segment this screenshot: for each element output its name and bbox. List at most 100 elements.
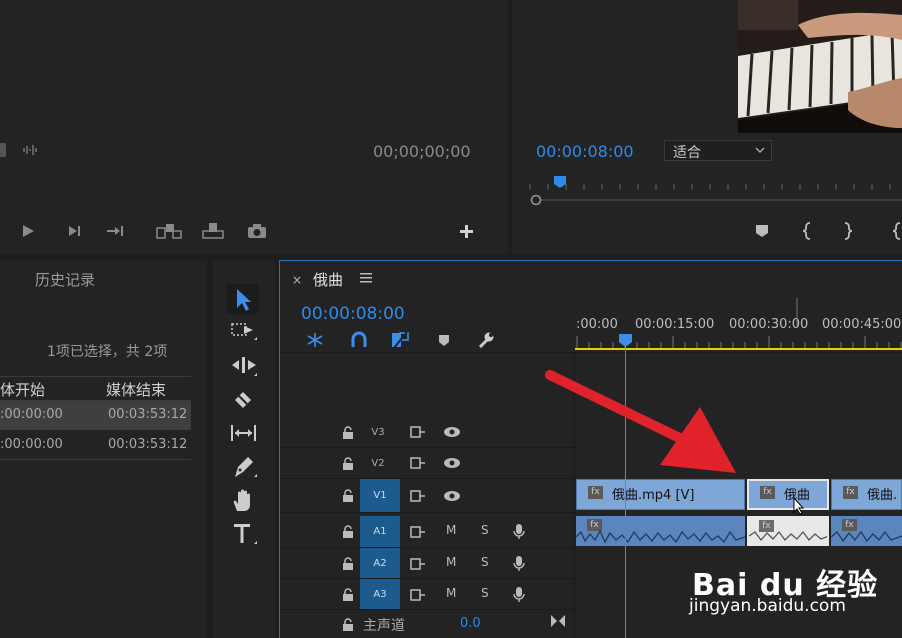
sequence-tab[interactable]: 俄曲 — [313, 269, 343, 290]
chevron-down-icon — [755, 146, 765, 154]
video-preview-image — [738, 0, 902, 133]
close-tab-icon[interactable]: × — [292, 273, 302, 287]
sync-lock-icon[interactable] — [410, 457, 426, 469]
microphone-icon[interactable] — [513, 523, 525, 540]
razor-tool-icon[interactable] — [229, 388, 259, 412]
playhead-handle-icon[interactable] — [619, 334, 632, 348]
hand-tool-icon[interactable] — [229, 489, 259, 513]
program-timecode: 00:00:08:00 — [536, 142, 634, 161]
selection-status: 1项已选择，共 2项 — [47, 344, 168, 360]
track-row-v2: V2 — [280, 448, 574, 479]
audio-waveform-icon[interactable] — [22, 143, 40, 157]
mute-button[interactable]: M — [446, 555, 456, 569]
mute-button[interactable]: M — [446, 586, 456, 600]
track-row-a3: A3 M S — [280, 579, 574, 610]
track-label-v3[interactable]: V3 — [358, 417, 398, 447]
program-scrollbar[interactable] — [530, 195, 902, 205]
row-end-time: 00:03:53:12 — [108, 407, 188, 422]
mark-out-icon[interactable] — [843, 222, 853, 240]
microphone-icon[interactable] — [513, 586, 525, 603]
lock-icon[interactable] — [342, 588, 354, 601]
track-label-a1[interactable]: A1 — [360, 516, 400, 547]
camera-icon[interactable] — [247, 223, 267, 239]
master-volume-value[interactable]: 0.0 — [460, 616, 481, 631]
wrench-icon[interactable] — [477, 331, 495, 349]
go-to-in-icon[interactable] — [892, 222, 902, 240]
insert-icon[interactable] — [156, 222, 182, 240]
go-to-end-icon[interactable] — [550, 614, 566, 628]
track-row-v3: V3 — [280, 417, 574, 448]
row-end-time: 00:03:53:12 — [108, 437, 188, 452]
track-select-tool-icon[interactable] — [229, 320, 259, 344]
fx-badge-icon: fx — [588, 486, 603, 499]
table-row[interactable]: :00:00:00 00:03:53:12 — [0, 431, 191, 460]
watermark-url: jingyan.baidu.com — [689, 596, 846, 616]
row-start-time: :00:00:00 — [0, 407, 63, 422]
timeline-timecode: 00:00:08:00 — [301, 304, 405, 324]
lock-icon[interactable] — [342, 618, 354, 631]
fit-select-label: 适合 — [673, 145, 701, 161]
master-track-label: 主声道 — [363, 618, 405, 634]
solo-button[interactable]: S — [481, 586, 489, 600]
clip-name: 俄曲. — [867, 488, 898, 503]
column-header-start[interactable]: 体开始 — [0, 379, 45, 400]
fx-badge-icon: fx — [760, 486, 775, 499]
play-icon[interactable] — [20, 223, 36, 239]
audio-clip[interactable]: fx — [576, 516, 745, 546]
nest-toggle-icon[interactable] — [305, 331, 325, 349]
overwrite-icon[interactable] — [201, 222, 225, 240]
track-header-divider — [280, 352, 902, 353]
sync-lock-icon[interactable] — [410, 426, 426, 438]
track-label-v2[interactable]: V2 — [358, 448, 398, 478]
drag-video-icon[interactable] — [0, 143, 6, 157]
add-marker-icon[interactable] — [755, 223, 769, 239]
lock-icon[interactable] — [342, 457, 354, 470]
solo-button[interactable]: S — [481, 555, 489, 569]
add-marker-icon[interactable] — [438, 334, 450, 348]
video-clip[interactable]: fx 俄曲.mp4 [V] — [576, 479, 745, 510]
mark-in-icon[interactable] — [802, 222, 812, 240]
track-label-a2[interactable]: A2 — [360, 548, 400, 578]
step-forward-icon[interactable] — [66, 223, 82, 239]
sync-lock-icon[interactable] — [410, 526, 426, 538]
track-label-v1[interactable]: V1 — [360, 479, 400, 512]
sync-lock-icon[interactable] — [410, 490, 426, 502]
video-clip-selected[interactable]: fx 俄曲 — [747, 479, 829, 510]
lock-icon[interactable] — [342, 525, 354, 538]
eye-icon[interactable] — [443, 490, 461, 502]
mute-button[interactable]: M — [446, 523, 456, 537]
program-playhead-icon[interactable] — [553, 175, 567, 189]
sync-lock-icon[interactable] — [410, 558, 426, 570]
snap-icon[interactable] — [349, 331, 369, 349]
sync-lock-icon[interactable] — [410, 589, 426, 601]
selection-tool-icon[interactable] — [226, 284, 258, 314]
audio-clip-selected[interactable]: fx — [747, 516, 829, 546]
program-ruler[interactable] — [528, 176, 902, 190]
track-row-master: 主声道 0.0 — [280, 610, 574, 638]
panel-menu-icon[interactable] — [360, 273, 372, 283]
history-tab[interactable]: 历史记录 — [35, 269, 95, 290]
video-clip[interactable]: fx 俄曲. — [831, 479, 902, 510]
table-row[interactable]: :00:00:00 00:03:53:12 — [0, 401, 191, 430]
go-to-out-icon[interactable] — [106, 223, 126, 239]
solo-button[interactable]: S — [481, 523, 489, 537]
slip-tool-icon[interactable] — [229, 421, 259, 445]
linked-selection-icon[interactable] — [390, 330, 410, 350]
lock-icon[interactable] — [342, 426, 354, 439]
row-start-time: :00:00:00 — [0, 437, 63, 452]
fit-select[interactable]: 适合 — [664, 140, 772, 161]
audio-clip[interactable]: fx — [831, 516, 902, 546]
table-header: 体开始 媒体结束 — [0, 376, 191, 401]
microphone-icon[interactable] — [513, 555, 525, 572]
column-header-end[interactable]: 媒体结束 — [106, 379, 166, 400]
ripple-edit-tool-icon[interactable] — [229, 354, 259, 378]
lock-icon[interactable] — [342, 557, 354, 570]
lock-icon[interactable] — [342, 489, 354, 502]
eye-icon[interactable] — [443, 426, 461, 438]
annotation-arrow — [540, 365, 750, 480]
type-tool-icon[interactable] — [229, 522, 259, 546]
add-button-icon[interactable] — [459, 224, 474, 239]
track-label-a3[interactable]: A3 — [360, 579, 400, 609]
eye-icon[interactable] — [443, 457, 461, 469]
pen-tool-icon[interactable] — [229, 455, 259, 479]
